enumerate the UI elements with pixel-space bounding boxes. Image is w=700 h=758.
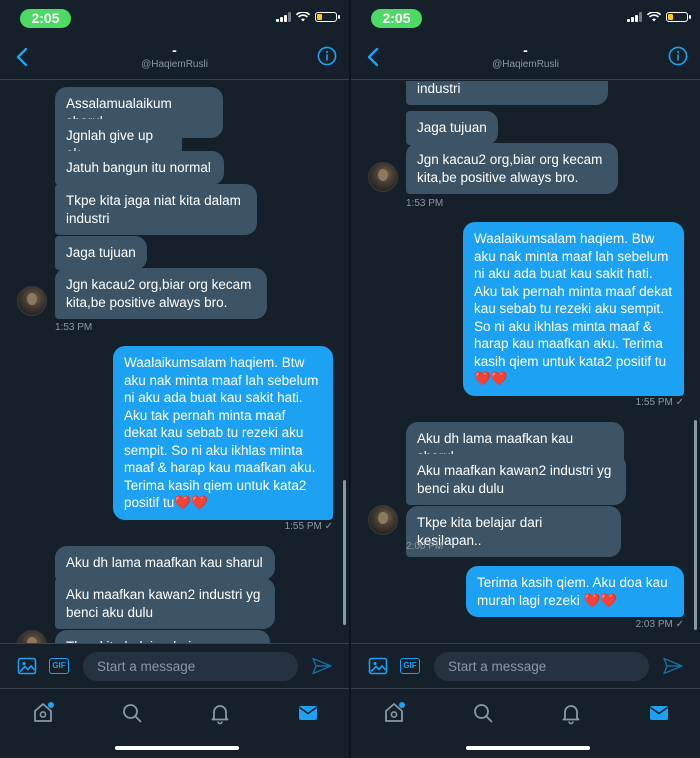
conversation-name[interactable]: - — [0, 42, 349, 58]
battery-icon — [666, 12, 691, 22]
messages-icon[interactable] — [296, 701, 320, 725]
avatar[interactable] — [368, 505, 398, 535]
conversation-header: - @HaqiemRusli — [0, 36, 349, 80]
received-message[interactable]: Tkpe kita jaga niat kita dalam industri — [55, 184, 257, 235]
info-icon[interactable] — [668, 46, 688, 66]
dm-screen-left: 2:05 - @HaqiemRusli Assalamualaikum shar… — [0, 0, 349, 758]
sent-message[interactable]: Waalaikumsalam haqiem. Btw aku nak minta… — [113, 346, 333, 520]
message-input[interactable]: Start a message — [83, 652, 298, 681]
gif-button[interactable]: GIF — [49, 658, 69, 674]
cellular-signal-icon — [627, 12, 642, 22]
dm-screen-right: 2:05 - @HaqiemRusli Tkpe kita jaga niat … — [351, 0, 700, 758]
received-message[interactable]: Jgn kacau2 org,biar org kecam kita,be po… — [55, 268, 267, 319]
message-timestamp: 1:55 PM ✓ — [635, 397, 684, 408]
image-icon[interactable] — [17, 656, 37, 676]
received-message[interactable]: Tkpe kita jaga niat kita dalam industri — [406, 81, 608, 105]
home-icon[interactable] — [31, 701, 55, 725]
send-icon[interactable] — [312, 657, 332, 675]
heart-emoji: ❤️❤️ — [174, 495, 208, 510]
sent-message-text: Terima kasih qiem. Aku doa kau murah lag… — [477, 575, 668, 608]
info-icon[interactable] — [317, 46, 337, 66]
tab-bar — [0, 688, 349, 758]
wifi-icon — [647, 12, 661, 22]
message-list[interactable]: Assalamualaikum sharul Jgnlah give up ok… — [0, 81, 349, 643]
gif-button[interactable]: GIF — [400, 658, 420, 674]
conversation-name[interactable]: - — [351, 42, 700, 58]
heart-emoji: ❤️❤️ — [583, 592, 618, 608]
avatar[interactable] — [368, 162, 398, 192]
home-indicator — [115, 746, 239, 750]
tab-bar — [351, 688, 700, 758]
cellular-signal-icon — [276, 12, 291, 22]
conversation-header: - @HaqiemRusli — [351, 36, 700, 80]
received-message[interactable]: Aku maafkan kawan2 industri yg benci aku… — [55, 578, 275, 629]
heart-emoji: ❤️❤️ — [474, 371, 508, 386]
status-bar: 2:05 — [0, 0, 349, 36]
message-timestamp: 1:53 PM — [406, 198, 444, 209]
conversation-handle[interactable]: @HaqiemRusli — [351, 59, 700, 70]
received-message[interactable]: Jaga tujuan — [406, 111, 498, 145]
message-timestamp: 2:00 PM — [406, 541, 444, 552]
messages-icon[interactable] — [647, 701, 671, 725]
scrollbar[interactable] — [694, 420, 697, 630]
message-input[interactable]: Start a message — [434, 652, 649, 681]
status-time: 2:05 — [20, 9, 71, 28]
avatar[interactable] — [17, 286, 47, 316]
notifications-icon[interactable] — [208, 701, 232, 725]
received-message[interactable]: Jgn kacau2 org,biar org kecam kita,be po… — [406, 143, 618, 194]
message-composer: GIF Start a message — [0, 643, 349, 687]
received-message[interactable]: Aku dh lama maafkan kau sharul — [55, 546, 275, 580]
message-list[interactable]: Tkpe kita jaga niat kita dalam industri … — [351, 81, 700, 643]
status-bar: 2:05 — [351, 0, 700, 36]
message-timestamp: 1:53 PM — [55, 322, 93, 333]
conversation-handle[interactable]: @HaqiemRusli — [0, 59, 349, 70]
message-timestamp: 1:55 PM ✓ — [284, 521, 333, 532]
status-time: 2:05 — [371, 9, 422, 28]
avatar[interactable] — [17, 630, 47, 643]
home-indicator — [466, 746, 590, 750]
sent-message[interactable]: Terima kasih qiem. Aku doa kau murah lag… — [466, 566, 684, 617]
message-timestamp: 2:03 PM ✓ — [635, 619, 684, 630]
scrollbar[interactable] — [343, 480, 346, 625]
wifi-icon — [296, 12, 310, 22]
notifications-icon[interactable] — [559, 701, 583, 725]
system-icons — [627, 12, 691, 22]
send-icon[interactable] — [663, 657, 683, 675]
home-icon[interactable] — [382, 701, 406, 725]
battery-icon — [315, 12, 340, 22]
received-message[interactable]: Jaga tujuan — [55, 236, 147, 270]
search-icon[interactable] — [120, 701, 144, 725]
received-message[interactable]: Tkpe kita belajar dari kesilapan.. — [55, 630, 270, 643]
system-icons — [276, 12, 340, 22]
received-message[interactable]: Aku maafkan kawan2 industri yg benci aku… — [406, 454, 626, 505]
search-icon[interactable] — [471, 701, 495, 725]
received-message[interactable]: Jatuh bangun itu normal — [55, 151, 224, 185]
image-icon[interactable] — [368, 656, 388, 676]
sent-message-text: Waalaikumsalam haqiem. Btw aku nak minta… — [474, 231, 673, 369]
sent-message-text: Waalaikumsalam haqiem. Btw aku nak minta… — [124, 355, 319, 510]
message-composer: GIF Start a message — [351, 643, 700, 687]
sent-message[interactable]: Waalaikumsalam haqiem. Btw aku nak minta… — [463, 222, 684, 396]
